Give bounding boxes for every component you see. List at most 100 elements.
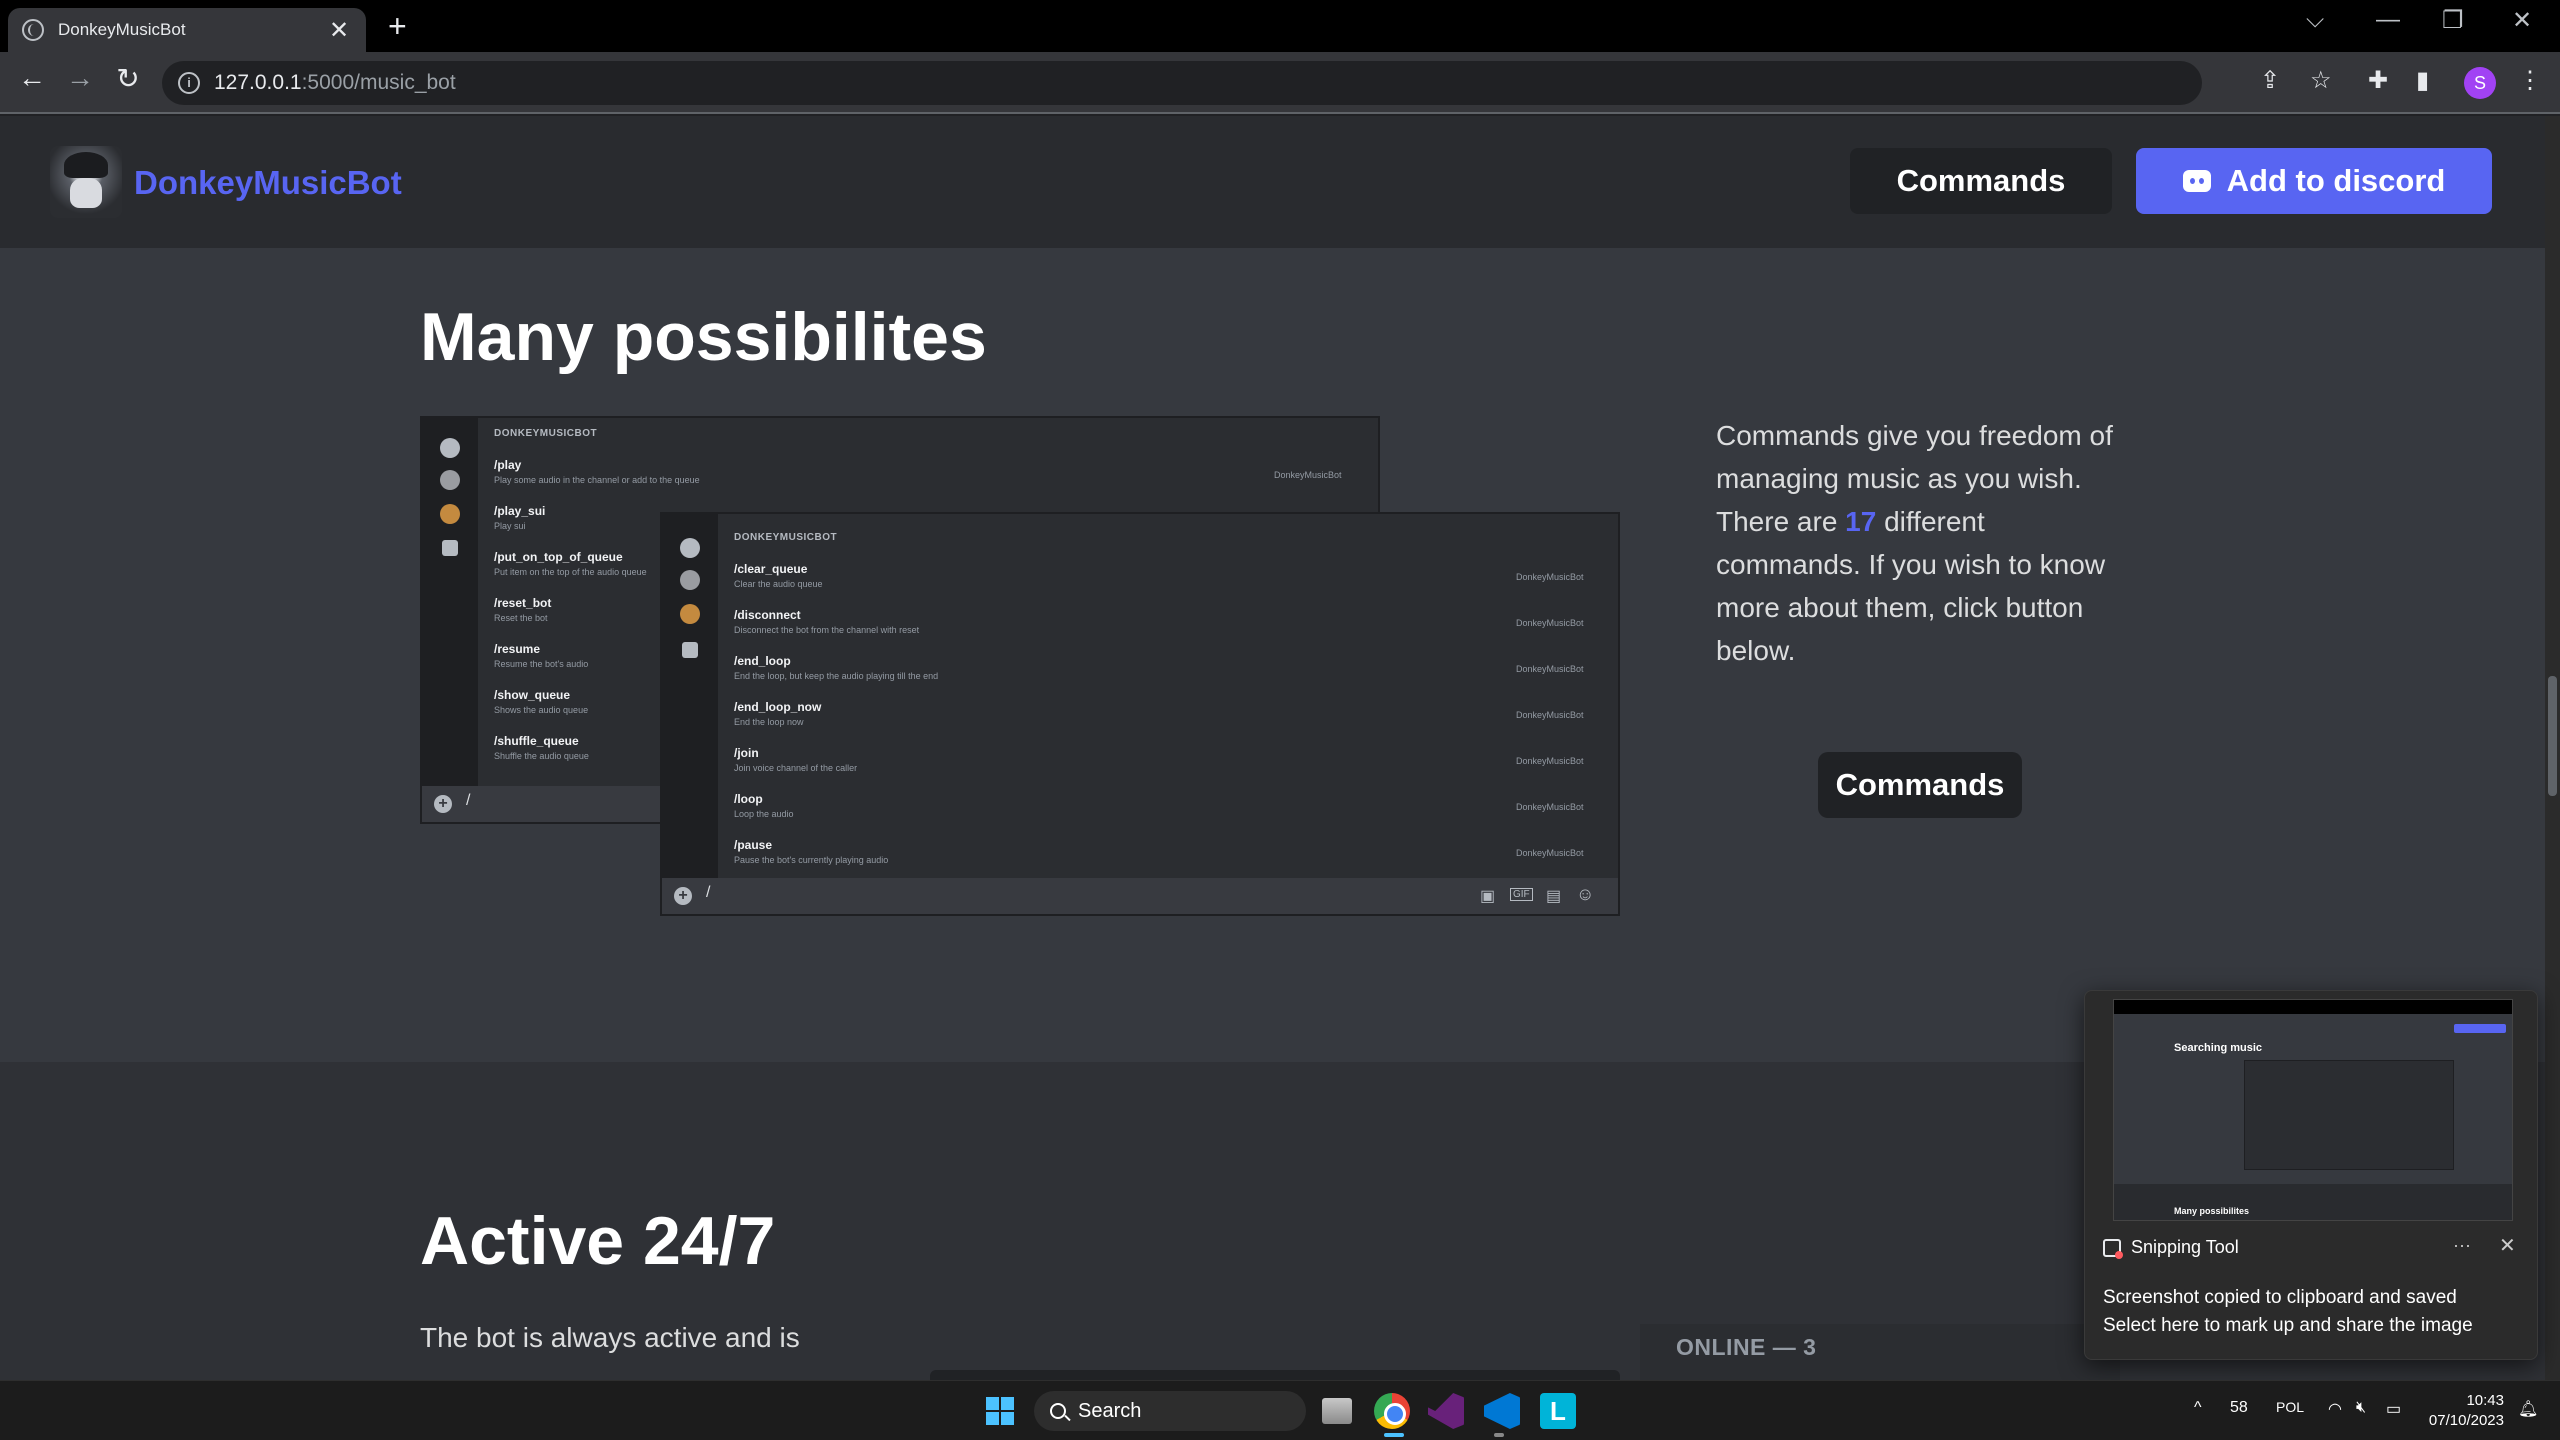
message-input[interactable]: + / ▣ GIF ▤ ☺ <box>662 878 1618 914</box>
command-item[interactable]: /join Join voice channel of the caller <box>734 746 857 773</box>
temperature-text[interactable]: 58 <box>2230 1399 2248 1417</box>
command-item[interactable]: /play Play some audio in the channel or a… <box>494 458 700 485</box>
thumbnail-title: Searching music <box>2174 1042 2263 1054</box>
url-path: :5000/music_bot <box>301 71 456 94</box>
command-source: DonkeyMusicBot <box>1274 470 1342 480</box>
embed-preview <box>930 1370 1620 1380</box>
tray-overflow-icon[interactable]: ^ <box>2194 1399 2202 1417</box>
reload-icon[interactable]: ↻ <box>108 62 148 95</box>
discord-server-rail <box>422 418 478 822</box>
back-icon[interactable]: ← <box>12 62 52 94</box>
visual-studio-icon[interactable] <box>1428 1393 1464 1429</box>
vscode-indicator <box>1494 1433 1504 1437</box>
start-icon[interactable] <box>986 1397 1014 1425</box>
snipping-tool-notification[interactable]: Searching music Many possibilites Snippi… <box>2084 990 2538 1360</box>
volume-muted-icon[interactable]: 🔇︎ <box>2356 1399 2366 1417</box>
command-item[interactable]: /disconnect Disconnect the bot from the c… <box>734 608 919 635</box>
chrome-icon[interactable] <box>1374 1393 1410 1429</box>
command-item[interactable]: /resume Resume the bot's audio <box>494 642 588 669</box>
brand-name[interactable]: DonkeyMusicBot <box>134 164 402 202</box>
add-to-discord-button[interactable]: Add to discord <box>2136 148 2492 214</box>
l-app-icon[interactable]: L <box>1540 1393 1576 1429</box>
wifi-icon[interactable]: ◠ <box>2328 1399 2342 1419</box>
command-source: DonkeyMusicBot <box>1516 618 1584 628</box>
search-icon <box>1050 1403 1066 1419</box>
site-info-icon[interactable]: i <box>178 72 200 94</box>
clock-icon <box>680 538 700 558</box>
add-to-discord-label: Add to discord <box>2226 163 2446 198</box>
more-options-icon[interactable]: ··· <box>2453 1235 2471 1256</box>
browser-tab-strip: DonkeyMusicBot ✕ + ⌵ — ❐ ✕ <box>0 0 2560 52</box>
command-item[interactable]: /shuffle_queue Shuffle the audio queue <box>494 734 589 761</box>
discord-commands-screenshot-2: DONKEYMUSICBOT /clear_queue Clear the aud… <box>660 512 1620 916</box>
file-explorer-icon[interactable] <box>1322 1398 1352 1424</box>
taskbar-search-label: Search <box>1078 1399 1142 1422</box>
tab-close-button[interactable]: ✕ <box>326 16 352 45</box>
tab-title: DonkeyMusicBot <box>58 20 186 39</box>
language-indicator[interactable]: POL <box>2276 1399 2304 1415</box>
scrollbar-thumb[interactable] <box>2548 676 2557 796</box>
plus-icon[interactable]: + <box>674 887 692 905</box>
url-host: 127.0.0.1 <box>214 71 302 94</box>
extensions-icon[interactable]: ✚ <box>2368 66 2388 95</box>
command-item[interactable]: /clear_queue Clear the audio queue <box>734 562 823 589</box>
active-description: The bot is always active and is <box>420 1322 800 1353</box>
command-source: DonkeyMusicBot <box>1516 802 1584 812</box>
command-count: 17 <box>1845 506 1877 537</box>
profile-avatar[interactable]: S <box>2464 67 2496 99</box>
command-item[interactable]: /reset_bot Reset the bot <box>494 596 551 623</box>
snipping-tool-icon <box>2103 1238 2123 1259</box>
clock-time: 10:43 <box>2466 1392 2504 1409</box>
forward-icon[interactable]: → <box>60 62 100 94</box>
command-item[interactable]: /show_queue Shows the audio queue <box>494 688 588 715</box>
vscode-icon[interactable] <box>1484 1393 1520 1429</box>
command-item[interactable]: /pause Pause the bot's currently playing … <box>734 838 888 865</box>
toast-close-button[interactable]: ✕ <box>2499 1233 2516 1258</box>
tab-donkeymusicbot[interactable]: DonkeyMusicBot ✕ <box>8 8 366 52</box>
browser-toolbar: ← → ↻ i 127.0.0.1:5000/music_bot ⇪ ☆ ✚ ▮… <box>0 52 2560 114</box>
plus-icon[interactable]: + <box>434 795 452 813</box>
page-scrollbar[interactable] <box>2545 116 2560 1380</box>
user-avatar-icon <box>680 604 700 624</box>
header-commands-button[interactable]: Commands <box>1850 148 2112 214</box>
gift-icon[interactable]: ▣ <box>1480 886 1495 906</box>
address-bar[interactable]: i 127.0.0.1:5000/music_bot <box>162 61 2202 105</box>
close-window-button[interactable]: ✕ <box>2512 6 2532 35</box>
member-list-preview: ONLINE — 3 <box>1640 1324 2120 1380</box>
share-icon[interactable]: ⇪ <box>2260 66 2280 95</box>
command-source: DonkeyMusicBot <box>1516 710 1584 720</box>
taskbar-clock[interactable]: 10:43 07/10/2023 <box>2420 1391 2504 1431</box>
gif-icon[interactable]: GIF <box>1510 888 1533 901</box>
discord-icon <box>2182 170 2211 192</box>
message-input[interactable]: + / <box>422 786 662 822</box>
section-commands-button[interactable]: Commands <box>1818 752 2022 818</box>
donkey-logo[interactable] <box>50 146 122 218</box>
notification-bell-icon[interactable]: 🔔︎ <box>2518 1399 2538 1419</box>
bot-name-label: DONKEYMUSICBOT <box>494 428 598 439</box>
command-source: DonkeyMusicBot <box>1516 664 1584 674</box>
star-icon[interactable]: ☆ <box>2310 66 2332 95</box>
section-title: Active 24/7 <box>420 1203 776 1279</box>
sticker-icon[interactable]: ▤ <box>1546 886 1561 906</box>
command-item[interactable]: /end_loop End the loop, but keep the audi… <box>734 654 938 681</box>
site-header: DonkeyMusicBot Commands Add to discord <box>0 116 2545 248</box>
battery-icon[interactable]: ▭ <box>2386 1399 2401 1419</box>
menu-icon[interactable]: ⋮ <box>2518 66 2542 95</box>
tab-search-icon[interactable]: ⌵ <box>2306 6 2324 34</box>
minimize-button[interactable]: — <box>2376 6 2400 34</box>
command-item[interactable]: /play_sui Play sui <box>494 504 545 531</box>
message-input-text: / <box>466 792 471 809</box>
screenshot-thumbnail[interactable]: Searching music Many possibilites <box>2113 999 2513 1221</box>
taskbar-search[interactable]: Search <box>1034 1391 1306 1431</box>
command-source: DonkeyMusicBot <box>1516 848 1584 858</box>
new-tab-button[interactable]: + <box>388 10 407 42</box>
emoji-icon[interactable]: ☺ <box>1576 884 1594 905</box>
side-panel-icon[interactable]: ▮ <box>2416 66 2429 95</box>
command-item[interactable]: /end_loop_now End the loop now <box>734 700 821 727</box>
restore-button[interactable]: ❐ <box>2442 6 2464 35</box>
command-item[interactable]: /put_on_top_of_queue Put item on the top … <box>494 550 647 577</box>
bot-avatar-icon <box>440 470 460 490</box>
message-input-text: / <box>706 884 711 901</box>
user-avatar-icon <box>440 504 460 524</box>
command-item[interactable]: /loop Loop the audio <box>734 792 794 819</box>
